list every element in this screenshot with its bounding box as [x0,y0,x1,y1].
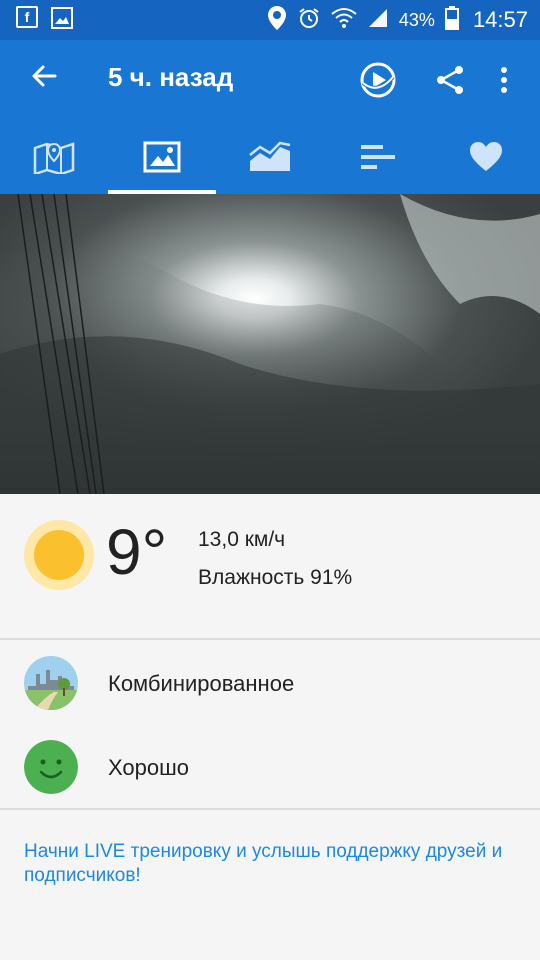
smiley-icon [24,740,78,794]
humidity: Влажность 91% [198,566,353,589]
activity-photo[interactable] [0,194,540,494]
alarm-icon [297,6,321,35]
app-bar: 5 ч. назад [0,40,540,124]
facebook-icon: f [16,5,38,28]
temperature: 9° [106,516,168,588]
surface-label: Комбинированное [108,671,295,696]
back-arrow-icon[interactable] [28,60,68,100]
weather-panel: 9° 13,0 км/ч Влажность 91% [0,494,540,638]
tab-bar [0,124,540,194]
surface-icon [24,656,78,710]
wifi-icon [331,7,357,34]
feeling-row[interactable]: Хорошо [0,726,540,810]
tab-likes[interactable] [432,124,540,194]
workout-details: 9° 13,0 км/ч Влажность 91% Комбинированн… [0,494,540,960]
heart-icon [468,141,504,178]
divider [0,638,540,640]
status-bar: f 43% 14:57 [0,0,540,40]
play-route-icon[interactable] [358,60,398,100]
gallery-icon [50,6,74,35]
page-title: 5 ч. назад [108,62,234,92]
tab-chart[interactable] [216,124,324,194]
more-vert-icon[interactable] [484,60,524,100]
signal-icon [367,7,389,34]
sun-icon [24,520,94,590]
feeling-label: Хорошо [108,755,190,780]
share-icon[interactable] [430,60,470,100]
tab-list[interactable] [324,124,432,194]
map-icon [33,140,75,179]
list-icon [359,143,397,176]
live-training-link[interactable]: Начни LIVE тренировку и услышь поддержку… [24,840,504,888]
photo-icon [143,141,181,178]
clock: 14:57 [472,7,528,32]
chart-icon [248,141,292,178]
wind-speed: 13,0 км/ч [198,528,286,551]
battery-percent: 43% [398,9,435,30]
tab-map[interactable] [0,124,108,194]
location-icon [267,5,287,36]
battery-icon [444,5,459,35]
divider [0,808,540,810]
tab-photos[interactable] [108,124,216,194]
surface-row[interactable]: Комбинированное [0,642,540,726]
